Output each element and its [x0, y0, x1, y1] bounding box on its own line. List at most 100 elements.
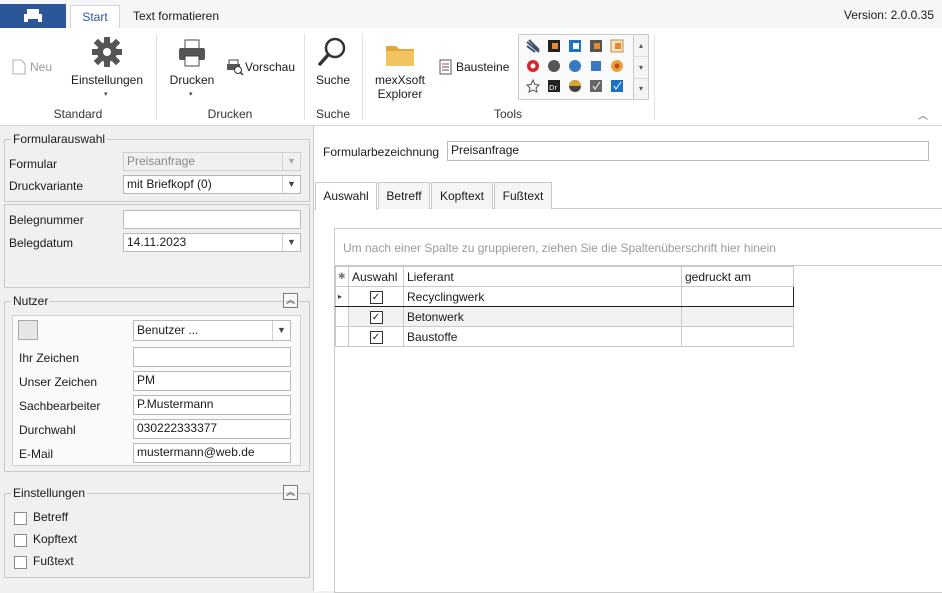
lieferant-cell[interactable]: Recyclingwerk	[403, 286, 682, 307]
chevron-down-icon: ▼	[282, 153, 300, 170]
printer-icon	[24, 9, 42, 23]
app-icon[interactable]	[610, 59, 624, 73]
auswahl-checkbox[interactable]: ✓	[348, 326, 404, 347]
bausteine-button[interactable]: Bausteine	[436, 58, 512, 78]
formularbezeichnung-label: Formularbezeichnung	[323, 145, 440, 159]
app-icon[interactable]	[610, 79, 624, 93]
drucken-button[interactable]: Drucken ▾	[164, 38, 220, 98]
app-icon[interactable]	[589, 79, 603, 93]
group-label-standard: Standard	[53, 107, 103, 121]
table-row[interactable]: ✓ Baustoffe	[335, 326, 794, 347]
app-icon[interactable]: Dr	[547, 79, 561, 93]
chevron-down-icon: ▾	[104, 91, 108, 98]
app-icon[interactable]	[610, 39, 624, 53]
chevron-down-icon: ▼	[282, 234, 300, 251]
einstellungen-collapse-button[interactable]: ︽	[283, 485, 298, 500]
app-icon[interactable]	[568, 59, 582, 73]
einstellungen-button[interactable]: Einstellungen ▾	[66, 36, 148, 98]
group-label-suche: Suche	[315, 107, 351, 121]
document-blocks-icon	[439, 59, 452, 75]
nutzer-collapse-button[interactable]: ︽	[283, 293, 298, 308]
column-header-auswahl[interactable]: Auswahl	[348, 266, 404, 287]
belegnummer-input[interactable]	[123, 210, 301, 229]
tools-gallery-items: Dr	[522, 36, 634, 96]
ihr-zeichen-input[interactable]	[133, 347, 291, 367]
email-input[interactable]: mustermann@web.de	[133, 443, 291, 463]
gedruckt-am-cell[interactable]	[681, 286, 794, 307]
benutzer-select[interactable]: Benutzer ... ▼	[133, 320, 291, 341]
double-chevron-up-icon: ︽	[285, 295, 295, 305]
betreff-checkbox[interactable]	[14, 512, 27, 525]
group-label-tools: Tools	[493, 107, 522, 121]
app-icon[interactable]	[547, 59, 561, 73]
app-icon[interactable]	[589, 59, 603, 73]
table-row[interactable]: ▸ ✓ Recyclingwerk	[335, 286, 794, 307]
ihr-zeichen-label: Ihr Zeichen	[19, 351, 80, 365]
collapse-ribbon-icon[interactable]: ︿	[918, 107, 928, 122]
gear-icon	[92, 37, 122, 67]
group-label-drucken: Drucken	[207, 107, 253, 121]
unser-zeichen-label: Unser Zeichen	[19, 375, 98, 389]
mexxsoft-explorer-button[interactable]: mexXsoft Explorer	[370, 40, 430, 102]
app-icon[interactable]	[547, 39, 561, 53]
magnifier-icon	[318, 37, 346, 66]
tab-start[interactable]: Start	[70, 5, 120, 29]
table-row[interactable]: ✓ Betonwerk	[335, 306, 794, 327]
star-icon[interactable]	[526, 79, 540, 93]
ribbon-separator	[156, 34, 157, 120]
chevron-down-icon: ▼	[272, 321, 290, 340]
column-header-gedruckt-am[interactable]: gedruckt am	[681, 266, 794, 287]
fusstext-checkbox-label: Fußtext	[33, 554, 74, 568]
kopftext-checkbox[interactable]	[14, 534, 27, 547]
ribbon-separator	[304, 34, 305, 120]
folder-icon	[386, 46, 414, 66]
belegnummer-label: Belegnummer	[9, 213, 84, 227]
chevron-down-icon: ▼	[282, 176, 300, 193]
tools-gallery-scroll[interactable]: ▴ ▾ ▾	[633, 34, 649, 100]
sachbearbeiter-input[interactable]: P.Mustermann	[133, 395, 291, 415]
durchwahl-input[interactable]: 030222333377	[133, 419, 291, 439]
lieferant-table: ✱ Auswahl Lieferant gedruckt am ▸ ✓ Recy…	[335, 266, 794, 347]
gedruckt-am-cell[interactable]	[681, 306, 794, 327]
tab-auswahl[interactable]: Auswahl	[315, 182, 377, 210]
checkmark-icon: ✓	[369, 311, 383, 324]
checkmark-icon: ✓	[369, 291, 383, 304]
svg-text:Dr: Dr	[549, 84, 557, 92]
tools-icon[interactable]	[526, 39, 540, 53]
table-header-row: ✱ Auswahl Lieferant gedruckt am	[335, 266, 794, 287]
vorschau-button[interactable]: Vorschau	[224, 58, 296, 78]
column-header-lieferant[interactable]: Lieferant	[403, 266, 682, 287]
fusstext-checkbox[interactable]	[14, 556, 27, 569]
app-icon[interactable]	[526, 59, 540, 73]
benutzer-color-box[interactable]	[18, 320, 38, 340]
neu-button[interactable]: Neu	[10, 58, 54, 78]
file-tab[interactable]	[0, 4, 66, 28]
formularbezeichnung-input[interactable]: Preisanfrage	[447, 141, 929, 161]
app-icon[interactable]	[568, 79, 582, 93]
tab-fusstext[interactable]: Fußtext	[494, 182, 552, 209]
version-label: Version: 2.0.0.35	[843, 8, 934, 22]
gedruckt-am-cell[interactable]	[681, 326, 794, 347]
lieferant-cell[interactable]: Baustoffe	[403, 326, 682, 347]
druckvariante-select[interactable]: mit Briefkopf (0) ▼	[123, 175, 301, 194]
gallery-expand-icon[interactable]: ▾	[634, 79, 648, 99]
suche-button[interactable]: Suche	[312, 36, 354, 92]
auswahl-checkbox[interactable]: ✓	[348, 306, 404, 327]
tab-kopftext[interactable]: Kopftext	[431, 182, 493, 209]
checkmark-icon: ✓	[369, 331, 383, 344]
app-icon[interactable]	[568, 39, 582, 53]
formular-select[interactable]: Preisanfrage ▼	[123, 152, 301, 171]
unser-zeichen-input[interactable]: PM	[133, 371, 291, 391]
tab-betreff[interactable]: Betreff	[378, 182, 430, 209]
auswahl-checkbox[interactable]: ✓	[348, 286, 404, 307]
belegdatum-label: Belegdatum	[9, 236, 74, 250]
select-all-icon[interactable]: ✱	[335, 266, 349, 287]
new-document-icon	[12, 59, 26, 75]
app-icon[interactable]	[589, 39, 603, 53]
chevron-up-icon[interactable]: ▴	[634, 35, 648, 57]
chevron-down-icon[interactable]: ▾	[634, 57, 648, 79]
lieferant-cell[interactable]: Betonwerk	[403, 306, 682, 327]
belegdatum-picker[interactable]: 14.11.2023 ▼	[123, 233, 301, 252]
druckvariante-label: Druckvariante	[9, 179, 84, 193]
tab-text-formatieren[interactable]: Text formatieren	[124, 5, 228, 28]
